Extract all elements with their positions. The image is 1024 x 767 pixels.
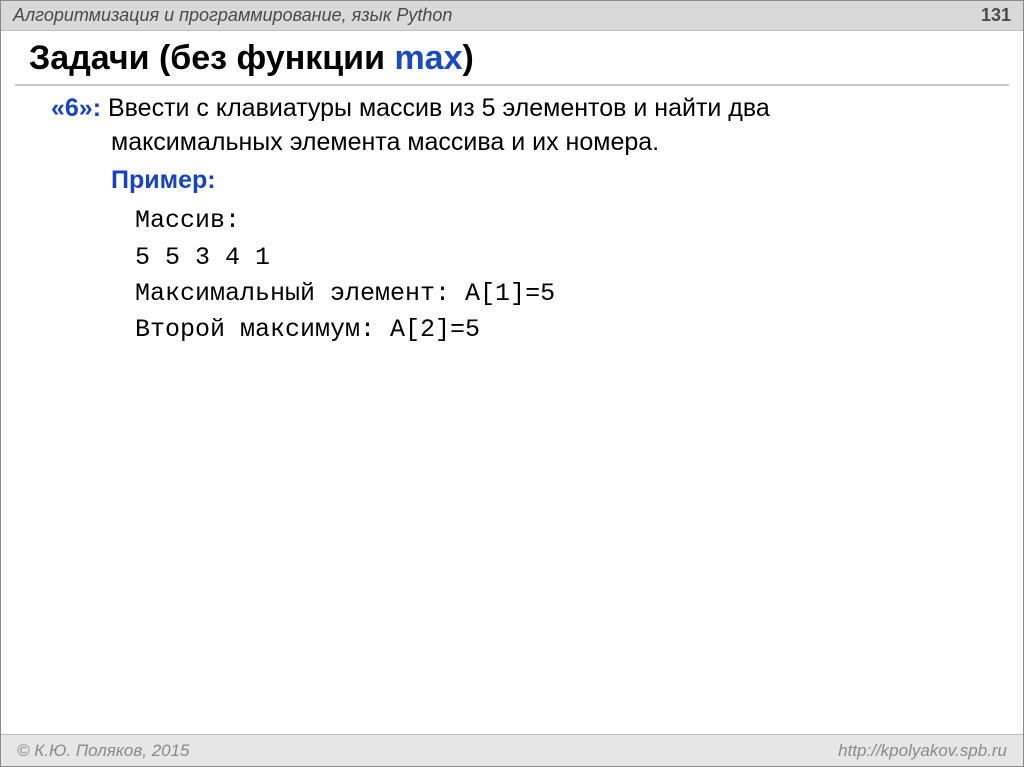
task-line1: Ввести с клавиатуры массив из 5 элементо…	[101, 94, 770, 122]
code-l4: Второй максимум: A[2]=5	[135, 315, 480, 344]
header-bar: Алгоритмизация и программирование, язык …	[1, 1, 1023, 31]
footer-url: http://kpolyakov.spb.ru	[838, 741, 1007, 761]
footer-copyright: © К.Ю. Поляков, 2015	[17, 741, 190, 761]
level-label: «6»:	[51, 94, 101, 122]
example-label: Пример:	[111, 164, 995, 198]
slide: Алгоритмизация и программирование, язык …	[0, 0, 1024, 767]
footer-bar: © К.Ю. Поляков, 2015 http://kpolyakov.sp…	[1, 734, 1023, 766]
title-prefix: Задачи (без функции	[29, 39, 394, 77]
code-l1: Массив:	[135, 206, 240, 235]
code-l2: 5 5 3 4 1	[135, 243, 270, 272]
code-l3: Максимальный элемент: A[1]=5	[135, 279, 555, 308]
content-body: «6»: Ввести с клавиатуры массив из 5 эле…	[1, 86, 1023, 734]
code-block: Массив: 5 5 3 4 1 Максимальный элемент: …	[51, 203, 995, 348]
title-suffix: )	[463, 39, 474, 77]
header-title: Алгоритмизация и программирование, язык …	[13, 5, 452, 26]
example-wrap: Пример:	[51, 164, 995, 198]
page-title: Задачи (без функции max)	[1, 31, 1023, 84]
page-number: 131	[981, 5, 1011, 26]
title-keyword: max	[394, 39, 462, 77]
task-line2: максимальных элемента массива и их номер…	[51, 126, 995, 160]
task-block: «6»: Ввести с клавиатуры массив из 5 эле…	[51, 92, 995, 160]
